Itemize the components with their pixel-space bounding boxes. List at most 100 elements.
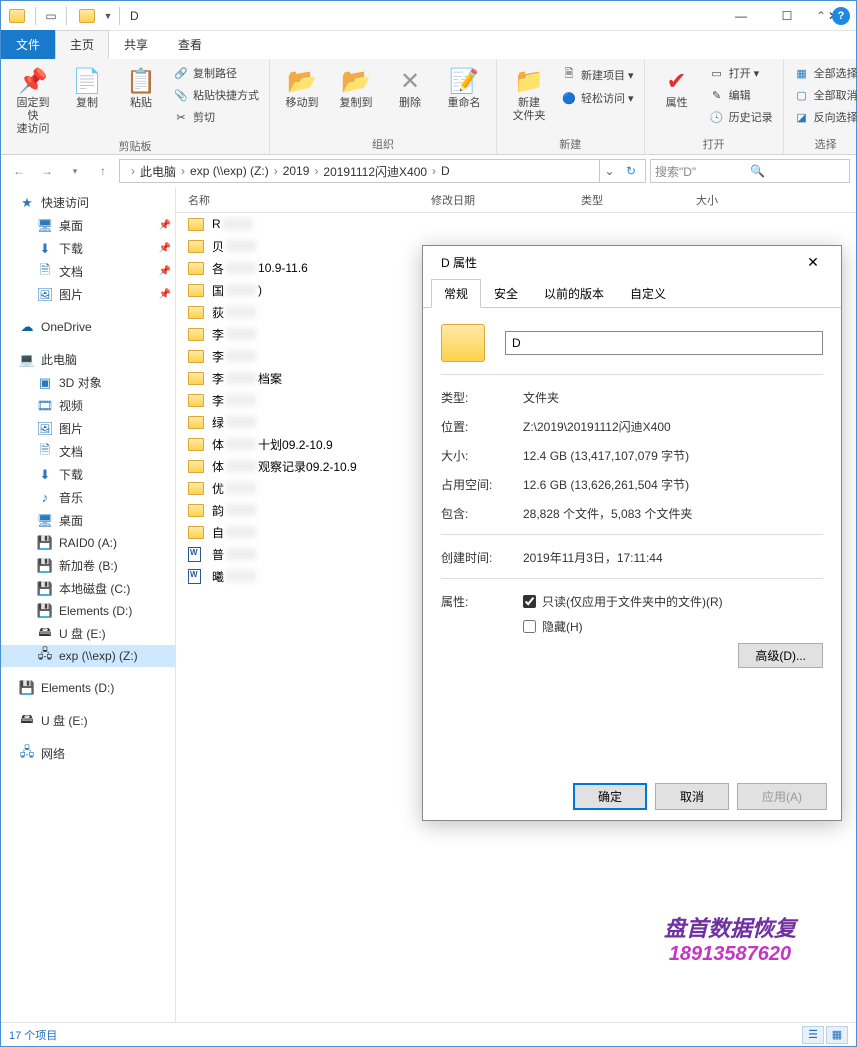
cancel-button[interactable]: 取消 <box>655 783 729 810</box>
select-all-button[interactable]: ▦全部选择 <box>790 63 857 83</box>
tree-documents[interactable]: 🗎文档📌 <box>1 260 175 283</box>
help-icon[interactable]: ? <box>832 7 850 25</box>
close-button[interactable]: ✕ <box>795 254 831 271</box>
tree-drive-c[interactable]: 💾本地磁盘 (C:) <box>1 577 175 600</box>
breadcrumb-dropdown-icon[interactable]: ⌄ <box>599 160 619 182</box>
recent-dropdown-icon[interactable]: ▾ <box>63 159 87 183</box>
breadcrumb-item[interactable]: exp (\\exp) (Z:) <box>186 164 273 178</box>
delete-button[interactable]: ✕删除 <box>384 61 436 110</box>
rename-button[interactable]: 📝重命名 <box>438 61 490 110</box>
qat-dropdown-icon[interactable]: ▼ <box>101 5 115 27</box>
tab-file[interactable]: 文件 <box>1 30 55 59</box>
qat-properties-icon[interactable]: ▭ <box>40 5 62 27</box>
open-button[interactable]: ▭打开 ▾ <box>705 63 777 83</box>
minimize-button[interactable]: — <box>718 1 764 31</box>
tab-previous-versions[interactable]: 以前的版本 <box>531 279 617 308</box>
navigation-tree[interactable]: ★快速访问 🖥桌面📌 ⬇下载📌 🗎文档📌 🖼图片📌 ☁OneDrive 💻此电脑… <box>1 187 176 1022</box>
readonly-checkbox[interactable]: 只读(仅应用于文件夹中的文件)(R) <box>523 593 823 610</box>
copyto-icon: 📂 <box>341 65 371 97</box>
list-item[interactable]: R <box>176 213 856 235</box>
breadcrumb[interactable]: › 此电脑 › exp (\\exp) (Z:) › 2019 › 201911… <box>119 159 646 183</box>
tree-documents[interactable]: 🗎文档 <box>1 440 175 463</box>
copy-button[interactable]: 📄复制 <box>61 61 113 110</box>
tree-network[interactable]: 🖧网络 <box>1 742 175 765</box>
history-button[interactable]: 🕓历史记录 <box>705 107 777 127</box>
dialog-footer: 确定 取消 应用(A) <box>423 773 841 820</box>
tab-home[interactable]: 主页 <box>55 30 109 59</box>
new-item-button[interactable]: 🗎新建项目 ▾ <box>557 63 638 86</box>
refresh-button[interactable]: ↻ <box>619 164 643 178</box>
icons-view-button[interactable]: ▦ <box>826 1026 848 1044</box>
ribbon-tabs: 文件 主页 共享 查看 ⌃ ? <box>1 31 856 59</box>
tree-3d[interactable]: ▣3D 对象 <box>1 371 175 394</box>
breadcrumb-item[interactable]: 2019 <box>279 164 314 178</box>
tree-downloads[interactable]: ⬇下载 <box>1 463 175 486</box>
tree-drive-b[interactable]: 💾新加卷 (B:) <box>1 554 175 577</box>
copy-to-button[interactable]: 📂复制到 <box>330 61 382 110</box>
tab-view[interactable]: 查看 <box>163 30 217 59</box>
col-type[interactable]: 类型 <box>581 192 696 208</box>
folder-name-input[interactable] <box>505 331 823 355</box>
tree-videos[interactable]: 🎞视频 <box>1 394 175 417</box>
up-button[interactable]: ↑ <box>91 159 115 183</box>
paste-button[interactable]: 📋粘贴 <box>115 61 167 110</box>
redacted <box>226 372 256 384</box>
redacted <box>226 438 256 450</box>
tree-elements-d[interactable]: 💾Elements (D:) <box>1 677 175 699</box>
tree-this-pc[interactable]: 💻此电脑 <box>1 348 175 371</box>
cut-button[interactable]: ✂剪切 <box>169 107 263 127</box>
moveto-icon: 📂 <box>287 65 317 97</box>
col-date[interactable]: 修改日期 <box>431 192 581 208</box>
minimize-ribbon-icon[interactable]: ⌃ <box>816 9 826 23</box>
label-created: 创建时间: <box>441 549 523 566</box>
tree-drive-e[interactable]: 🖴U 盘 (E:) <box>1 622 175 645</box>
new-folder-button[interactable]: 📁新建 文件夹 <box>503 61 555 123</box>
breadcrumb-item[interactable]: 此电脑 <box>136 163 180 180</box>
tree-onedrive[interactable]: ☁OneDrive <box>1 316 175 338</box>
tree-music[interactable]: ♪音乐 <box>1 486 175 509</box>
ok-button[interactable]: 确定 <box>573 783 647 810</box>
maximize-button[interactable]: ☐ <box>764 1 810 31</box>
breadcrumb-item[interactable]: D <box>437 164 454 178</box>
move-to-button[interactable]: 📂移动到 <box>276 61 328 110</box>
tree-desktop[interactable]: 🖥桌面📌 <box>1 214 175 237</box>
tab-customize[interactable]: 自定义 <box>617 279 679 308</box>
dialog-titlebar[interactable]: D 属性 ✕ <box>423 246 841 278</box>
tree-udisk-e[interactable]: 🖴U 盘 (E:) <box>1 709 175 732</box>
details-view-button[interactable]: ☰ <box>802 1026 824 1044</box>
invert-selection-button[interactable]: ◪反向选择 <box>790 107 857 127</box>
col-size[interactable]: 大小 <box>696 192 776 208</box>
tree-pictures[interactable]: 🖼图片 <box>1 417 175 440</box>
tree-quick-access[interactable]: ★快速访问 <box>1 191 175 214</box>
tree-desktop[interactable]: 🖥桌面 <box>1 509 175 532</box>
tab-general[interactable]: 常规 <box>431 279 481 308</box>
col-name[interactable]: 名称 <box>176 192 431 208</box>
hidden-checkbox[interactable]: 隐藏(H) <box>523 618 823 635</box>
apply-button[interactable]: 应用(A) <box>737 783 827 810</box>
tab-security[interactable]: 安全 <box>481 279 531 308</box>
search-input[interactable]: 搜索"D" 🔍 <box>650 159 850 183</box>
tab-share[interactable]: 共享 <box>109 30 163 59</box>
pin-icon: 📌 <box>18 65 48 97</box>
back-button[interactable]: ← <box>7 159 31 183</box>
breadcrumb-item[interactable]: 20191112闪迪X400 <box>319 163 431 180</box>
edit-button[interactable]: ✎编辑 <box>705 85 777 105</box>
forward-button[interactable]: → <box>35 159 59 183</box>
group-clipboard: 📌固定到快 速访问 📄复制 📋粘贴 🔗复制路径 📎粘贴快捷方式 ✂剪切 剪贴板 <box>1 59 270 154</box>
tree-downloads[interactable]: ⬇下载📌 <box>1 237 175 260</box>
pin-icon: 📌 <box>159 289 171 300</box>
select-none-button[interactable]: ▢全部取消 <box>790 85 857 105</box>
copy-path-button[interactable]: 🔗复制路径 <box>169 63 263 83</box>
redacted <box>226 526 256 538</box>
file-name: 李 <box>212 392 224 409</box>
tree-pictures[interactable]: 🖼图片📌 <box>1 283 175 306</box>
tree-drive-a[interactable]: 💾RAID0 (A:) <box>1 532 175 554</box>
pin-to-quick-access-button[interactable]: 📌固定到快 速访问 <box>7 61 59 136</box>
file-name: 李 <box>212 326 224 343</box>
tree-drive-z[interactable]: 🖧exp (\\exp) (Z:) <box>1 645 175 667</box>
properties-button[interactable]: ✔属性 <box>651 61 703 110</box>
easy-access-button[interactable]: 🔵轻松访问 ▾ <box>557 88 638 108</box>
advanced-button[interactable]: 高级(D)... <box>738 643 823 668</box>
paste-shortcut-button[interactable]: 📎粘贴快捷方式 <box>169 85 263 105</box>
tree-drive-d[interactable]: 💾Elements (D:) <box>1 600 175 622</box>
